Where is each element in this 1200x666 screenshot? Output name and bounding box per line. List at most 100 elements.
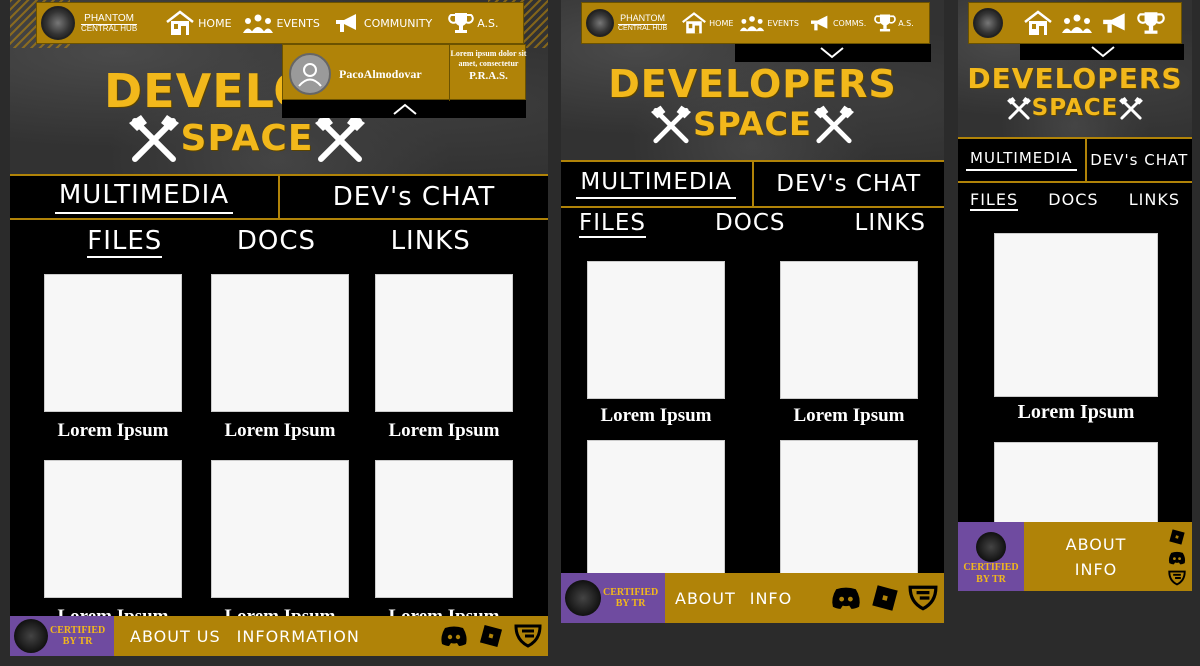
file-thumbnail xyxy=(375,274,513,412)
discord-icon[interactable] xyxy=(440,625,468,647)
subtitle-row: SPACE xyxy=(958,94,1192,122)
guilded-icon[interactable] xyxy=(514,624,542,648)
tab-docs[interactable]: DOCS xyxy=(715,210,785,238)
file-thumbnail xyxy=(994,233,1158,397)
logo-badge xyxy=(41,6,75,40)
file-card[interactable]: Lorem Ipsum xyxy=(211,460,349,628)
nav-home[interactable]: HOME xyxy=(165,8,232,38)
roblox-icon[interactable] xyxy=(1168,528,1186,546)
tabs: FILES DOCS LINKS xyxy=(958,190,1192,211)
nav-as[interactable]: A.S. xyxy=(874,12,914,34)
nav-events-label: EVENTS xyxy=(276,16,320,30)
nav-events[interactable]: EVENTS xyxy=(739,13,799,33)
file-thumbnail xyxy=(780,261,918,399)
nav-events[interactable]: EVENTS xyxy=(242,11,320,35)
tab-docs[interactable]: DOCS xyxy=(1048,190,1098,211)
subtitle: SPACE xyxy=(1031,95,1119,121)
footer-about-us[interactable]: ABOUT US xyxy=(130,627,221,646)
file-thumbnail xyxy=(587,261,725,399)
footer-information[interactable]: INFORMATION xyxy=(237,627,360,646)
section-devs-chat[interactable]: DEV's CHAT xyxy=(751,162,945,206)
chevron-down-icon xyxy=(1091,46,1115,58)
profile-card[interactable]: PacoAlmodovar Lorem ipsum dolor sit amet… xyxy=(282,44,527,101)
file-card[interactable]: Lorem Ipsum xyxy=(375,460,513,628)
nav-home[interactable]: HOME xyxy=(681,10,733,36)
file-card[interactable]: Lorem Ipsum xyxy=(375,274,513,442)
file-card[interactable] xyxy=(994,442,1158,532)
section-multimedia[interactable]: MULTIMEDIA xyxy=(561,162,752,206)
megaphone-icon[interactable] xyxy=(1101,11,1129,35)
tab-files[interactable]: FILES xyxy=(970,190,1019,211)
file-card[interactable]: Lorem Ipsum xyxy=(994,233,1158,424)
footer-about[interactable]: ABOUT xyxy=(675,589,736,608)
tab-files[interactable]: FILES xyxy=(579,210,646,238)
tab-links[interactable]: LINKS xyxy=(855,210,926,238)
trophy-icon[interactable] xyxy=(1137,9,1165,37)
hammer-icon xyxy=(813,105,854,144)
nav-events-label: EVENTS xyxy=(767,18,799,28)
file-card[interactable]: Lorem Ipsum xyxy=(44,274,182,442)
file-card[interactable]: Lorem Ipsum xyxy=(44,460,182,628)
tab-links[interactable]: LINKS xyxy=(391,226,471,258)
subtitle-row: SPACE xyxy=(10,112,548,164)
dropdown-toggle[interactable] xyxy=(735,44,931,62)
home-icon[interactable] xyxy=(1023,8,1053,38)
footer: CERTIFIED BY TR ABOUT US INFORMATION xyxy=(10,616,548,656)
tablet-mockup: PHANTOM CENTRAL HUB HOME EVENTS COMMS. A… xyxy=(561,0,944,623)
events-icon[interactable] xyxy=(1061,11,1093,35)
profile-info-text: Lorem ipsum dolor sit amet, consectetur xyxy=(450,49,527,69)
file-thumbnail xyxy=(211,274,349,412)
section-multimedia[interactable]: MULTIMEDIA xyxy=(958,139,1085,181)
file-card[interactable] xyxy=(587,440,725,578)
file-caption: Lorem Ipsum xyxy=(224,420,336,441)
section-switch: MULTIMEDIA DEV's CHAT xyxy=(10,174,548,220)
chevron-down-icon xyxy=(820,47,844,59)
tab-files[interactable]: FILES xyxy=(87,226,163,258)
hammer-icon xyxy=(1119,96,1144,120)
footer-info[interactable]: INFO xyxy=(1075,560,1117,579)
brand-logo[interactable]: PHANTOM CENTRAL HUB xyxy=(41,6,138,40)
tabs: FILES DOCS LINKS xyxy=(10,226,548,258)
hammer-icon xyxy=(651,105,692,144)
tab-links[interactable]: LINKS xyxy=(1129,190,1180,211)
desktop-mockup: PHANTOM CENTRAL HUB HOME EVENTS COMMUNIT… xyxy=(10,0,548,656)
discord-icon[interactable] xyxy=(830,586,862,610)
file-card[interactable]: Lorem Ipsum xyxy=(780,261,918,427)
file-caption: Lorem Ipsum xyxy=(793,405,905,426)
tab-docs[interactable]: DOCS xyxy=(237,226,316,258)
file-card[interactable]: Lorem Ipsum xyxy=(211,274,349,442)
nav-as[interactable]: A.S. xyxy=(448,10,499,36)
guilded-icon[interactable] xyxy=(908,585,938,611)
social-links xyxy=(440,623,542,649)
trophy-icon xyxy=(874,14,897,32)
guilded-icon[interactable] xyxy=(1168,570,1186,586)
footer-info[interactable]: INFO xyxy=(750,589,792,608)
file-card[interactable]: Lorem Ipsum xyxy=(587,261,725,427)
section-devs-chat[interactable]: DEV's CHAT xyxy=(278,176,548,218)
brand-line1: PHANTOM xyxy=(84,12,134,24)
logo-badge[interactable] xyxy=(973,8,1003,38)
roblox-icon[interactable] xyxy=(870,583,900,613)
page-title: DEVELOPERS xyxy=(967,62,1183,95)
nav-home-label: HOME xyxy=(709,18,734,28)
brand-logo[interactable]: PHANTOM CENTRAL HUB xyxy=(586,9,668,37)
discord-icon[interactable] xyxy=(1168,550,1186,566)
dropdown-toggle[interactable] xyxy=(1020,44,1184,60)
chevron-up-icon[interactable] xyxy=(392,102,418,116)
subtitle: SPACE xyxy=(693,105,812,143)
section-multimedia[interactable]: MULTIMEDIA xyxy=(10,176,278,218)
file-caption: Lorem Ipsum xyxy=(57,420,169,441)
nav-as-label: A.S. xyxy=(898,18,914,28)
hammer-icon xyxy=(1006,96,1031,120)
section-devs-chat[interactable]: DEV's CHAT xyxy=(1084,139,1192,181)
top-nav: PHANTOM CENTRAL HUB HOME EVENTS COMMUNIT… xyxy=(36,2,524,44)
nav-comms[interactable]: COMMS. xyxy=(809,14,866,32)
subtitle: SPACE xyxy=(180,117,314,159)
nav-community[interactable]: COMMUNITY xyxy=(334,12,432,34)
footer-about[interactable]: ABOUT xyxy=(1066,535,1127,554)
file-card[interactable] xyxy=(780,440,918,578)
profile-dropdown: PacoAlmodovar Lorem ipsum dolor sit amet… xyxy=(282,44,526,118)
hammer-icon xyxy=(128,115,179,162)
file-thumbnail xyxy=(375,460,513,598)
roblox-icon[interactable] xyxy=(478,623,504,649)
